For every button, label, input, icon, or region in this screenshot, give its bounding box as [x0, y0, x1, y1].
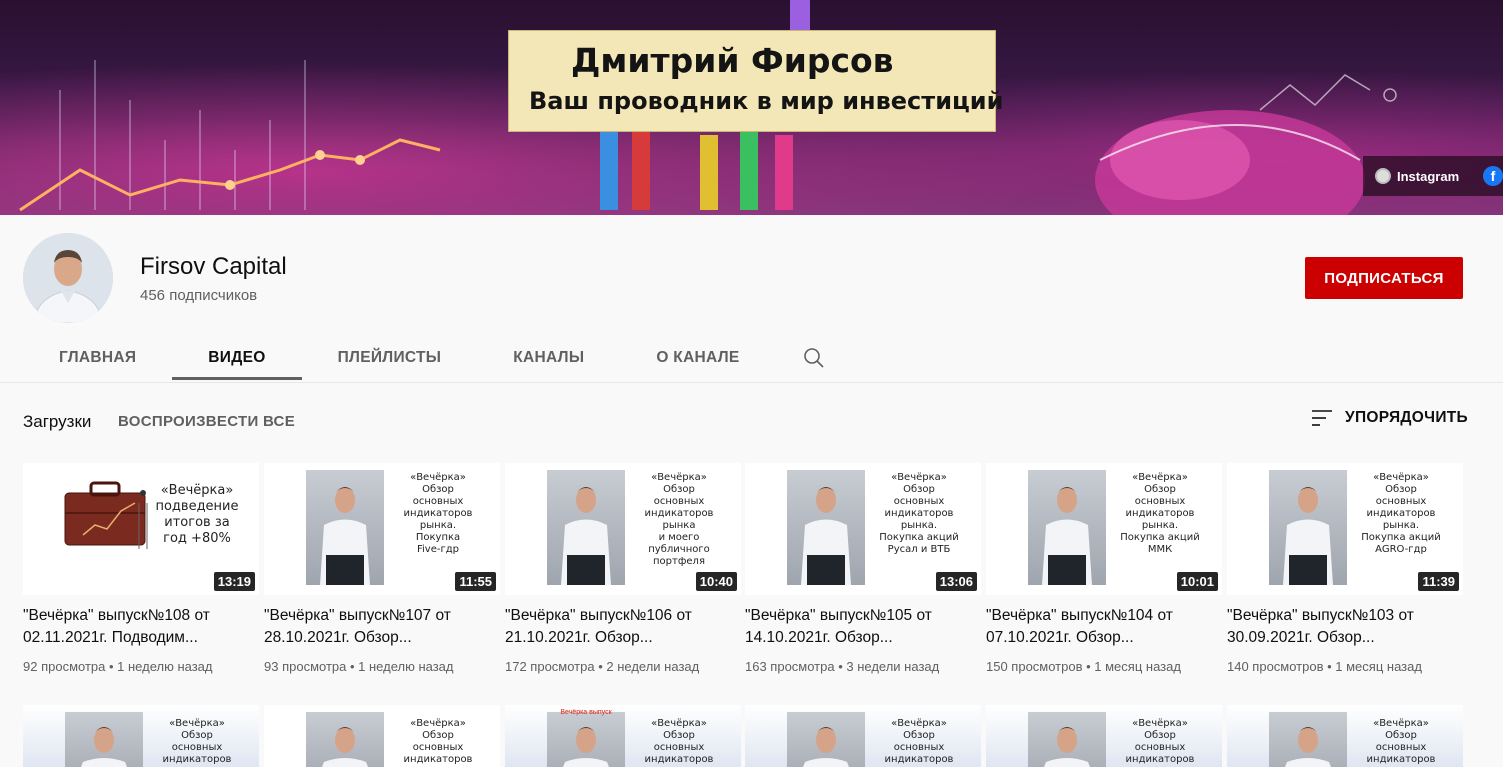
thumbnail-text: «Вечёрка» Обзор основных индикаторов рын… [879, 472, 959, 555]
video-thumbnail[interactable]: «Вечёрка» Обзор основных индикаторов рын… [986, 463, 1222, 595]
presenter-photo [306, 470, 384, 585]
instagram-link[interactable]: Instagram [1375, 168, 1459, 184]
subscriber-count: 456 подписчиков [140, 287, 258, 304]
thumbnail-text: «Вечёрка» Обзор основных индикаторов [884, 718, 954, 765]
tab-channels[interactable]: КАНАЛЫ [477, 333, 620, 382]
channel-tabs: ГЛАВНАЯ ВИДЕО ПЛЕЙЛИСТЫ КАНАЛЫ О КАНАЛЕ [23, 333, 844, 382]
video-title[interactable]: "Вечёрка" выпуск№107 от 28.10.2021г. Обз… [264, 605, 500, 649]
thumbnail-text: «Вечёрка» подведение итогов за год +80% [155, 483, 239, 546]
video-thumbnail[interactable]: «Вечёрка» Обзор основных индикаторов рын… [745, 463, 981, 595]
presenter-photo [1269, 470, 1347, 585]
thumbnail-text: «Вечёрка» Обзор основных индикаторов [1125, 718, 1195, 765]
presenter-photo [547, 712, 625, 767]
avatar-image [23, 233, 113, 323]
banner-links: Instagram f [1363, 156, 1503, 196]
video-meta: 92 просмотра • 1 неделю назад [23, 659, 213, 674]
thumbnail-text: «Вечёрка» Обзор основных индикаторов рын… [644, 472, 714, 567]
channel-banner: Дмитрий Фирсов Ваш проводник в мир инвес… [0, 0, 1503, 215]
video-thumbnail[interactable]: «Вечёрка» Обзор основных индикаторов рын… [1227, 463, 1463, 595]
video-thumbnail[interactable]: «Вечёрка» Обзор основных индикаторов [1227, 705, 1463, 767]
video-title[interactable]: "Вечёрка" выпуск№103 от 30.09.2021г. Обз… [1227, 605, 1463, 649]
tab-playlists[interactable]: ПЛЕЙЛИСТЫ [302, 333, 478, 382]
avatar[interactable] [23, 233, 113, 323]
section-title: Загрузки [23, 412, 92, 431]
briefcase-image [64, 481, 148, 549]
video-title[interactable]: "Вечёрка" выпуск№104 от 07.10.2021г. Обз… [986, 605, 1222, 649]
thumbnail-text: «Вечёрка» Обзор основных индикаторов [1366, 718, 1436, 765]
facebook-icon[interactable]: f [1483, 166, 1503, 186]
video-meta: 172 просмотра • 2 недели назад [505, 659, 700, 674]
presenter-photo [787, 470, 865, 585]
sort-icon [1312, 410, 1332, 426]
banner-name: Дмитрий Фирсов [571, 41, 894, 80]
video-title[interactable]: "Вечёрка" выпуск№105 от 14.10.2021г. Обз… [745, 605, 981, 649]
video-thumbnail[interactable]: Вечёрка выпуск «Вечёрка» Обзор основных … [505, 705, 741, 767]
video-thumbnail[interactable]: «Вечёрка» Обзор основных индикаторов [23, 705, 259, 767]
video-duration: 10:40 [695, 572, 737, 591]
thumbnail-red-label: Вечёрка выпуск [560, 709, 612, 716]
sort-label: УПОРЯДОЧИТЬ [1345, 409, 1468, 426]
video-thumbnail[interactable]: «Вечёрка» Обзор основных индикаторов рын… [505, 463, 741, 595]
channel-header: Firsov Capital 456 подписчиков ПОДПИСАТЬ… [0, 215, 1503, 382]
presenter-photo [787, 712, 865, 767]
channel-search-button[interactable] [784, 333, 844, 382]
tab-home[interactable]: ГЛАВНАЯ [23, 333, 172, 382]
thumbnail-text: «Вечёрка» Обзор основных индикаторов [644, 718, 714, 765]
video-title[interactable]: "Вечёрка" выпуск№108 от 02.11.2021г. Под… [23, 605, 259, 649]
video-thumbnail[interactable]: «Вечёрка» Обзор основных индикаторов [986, 705, 1222, 767]
presenter-photo [306, 712, 384, 767]
globe-icon [1375, 168, 1391, 184]
video-meta: 140 просмотров • 1 месяц назад [1227, 659, 1422, 674]
thumbnail-text: «Вечёрка» Обзор основных индикаторов [162, 718, 232, 765]
play-all-button[interactable]: ВОСПРОИЗВЕСТИ ВСЕ [118, 413, 295, 430]
video-thumbnail[interactable]: «Вечёрка» Обзор основных индикаторов [264, 705, 500, 767]
tab-about[interactable]: О КАНАЛЕ [620, 333, 775, 382]
sort-button[interactable]: УПОРЯДОЧИТЬ [1311, 408, 1468, 428]
instagram-link-label: Instagram [1397, 168, 1460, 184]
video-thumbnail[interactable]: «Вечёрка» Обзор основных индикаторов рын… [264, 463, 500, 595]
subscribe-button[interactable]: ПОДПИСАТЬСЯ [1305, 257, 1463, 299]
banner-plaque: Дмитрий Фирсов Ваш проводник в мир инвес… [508, 30, 1003, 132]
video-duration: 11:55 [455, 572, 496, 591]
video-thumbnail[interactable]: «Вечёрка» подведение итогов за год +80% … [23, 463, 259, 595]
video-duration: 10:01 [1176, 572, 1218, 591]
video-duration: 11:39 [1418, 572, 1459, 591]
video-meta: 93 просмотра • 1 неделю назад [264, 659, 454, 674]
channel-name[interactable]: Firsov Capital [140, 253, 287, 281]
presenter-photo [1028, 470, 1106, 585]
video-title[interactable]: "Вечёрка" выпуск№106 от 21.10.2021г. Обз… [505, 605, 741, 649]
video-duration: 13:19 [213, 572, 255, 591]
thumbnail-text: «Вечёрка» Обзор основных индикаторов рын… [1361, 472, 1441, 555]
search-icon [803, 347, 824, 368]
presenter-photo [1269, 712, 1347, 767]
presenter-photo [65, 712, 143, 767]
video-thumbnail[interactable]: «Вечёрка» Обзор основных индикаторов [745, 705, 981, 767]
thumbnail-text: «Вечёрка» Обзор основных индикаторов рын… [403, 472, 473, 555]
banner-tagline: Ваш проводник в мир инвестиций [529, 87, 1004, 115]
header-divider [0, 382, 1503, 383]
tab-videos[interactable]: ВИДЕО [172, 333, 302, 382]
thumbnail-text: «Вечёрка» Обзор основных индикаторов рын… [1120, 472, 1200, 555]
video-meta: 163 просмотра • 3 недели назад [745, 659, 940, 674]
video-duration: 13:06 [935, 572, 977, 591]
presenter-photo [1028, 712, 1106, 767]
video-meta: 150 просмотров • 1 месяц назад [986, 659, 1181, 674]
thumbnail-text: «Вечёрка» Обзор основных индикаторов [403, 718, 473, 765]
presenter-photo [547, 470, 625, 585]
